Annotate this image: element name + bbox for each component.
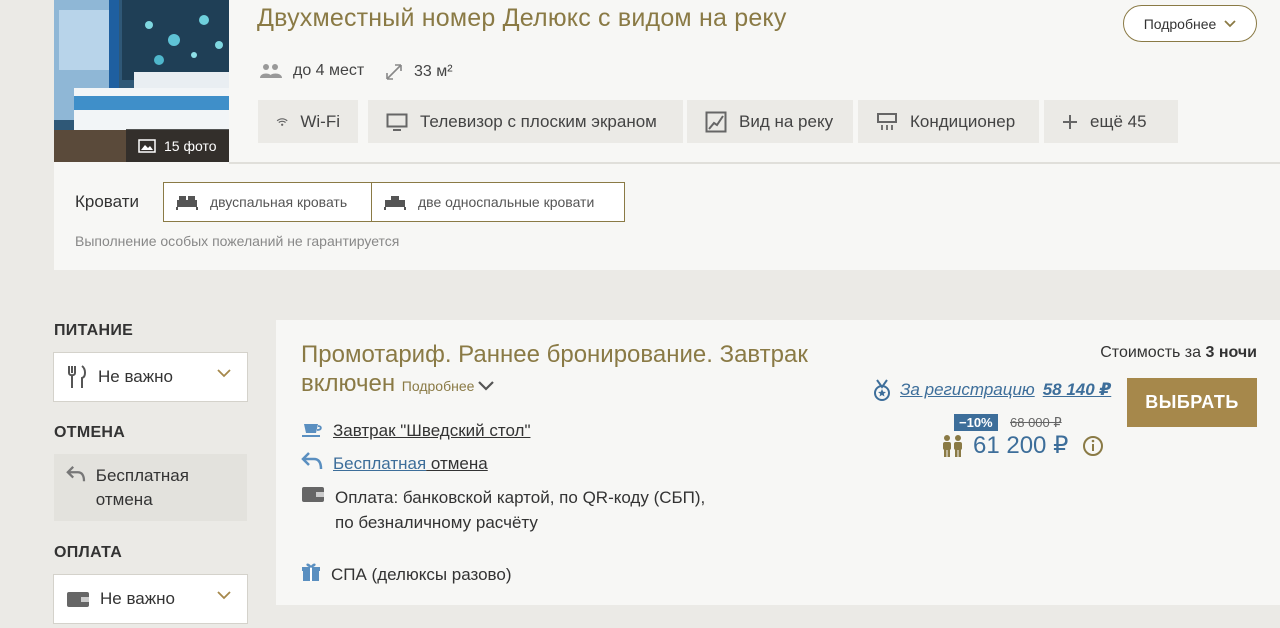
price-header: Стоимость за 3 ночи (1100, 344, 1257, 362)
amenity-river-view: Вид на реку (687, 100, 853, 143)
rate-details-link[interactable]: Подробнее (402, 378, 495, 394)
breakfast-link[interactable]: Завтрак "Шведский стол" (333, 418, 530, 443)
old-price: 68 000 ₽ (1010, 415, 1062, 430)
price-header-nights: 3 ночи (1205, 344, 1257, 361)
choose-button[interactable]: ВЫБРАТЬ (1127, 378, 1257, 427)
photo-count-badge[interactable]: 15 фото (126, 129, 229, 162)
single-bed-icon (384, 196, 406, 210)
filter-payment-select[interactable]: Не важно (53, 574, 248, 624)
amenity-more-button[interactable]: ещё 45 (1044, 100, 1178, 143)
filter-cancel-value: Бесплатная отмена (95, 466, 189, 509)
area-info: 33 м² (384, 62, 453, 82)
current-price-value: 61 200 ₽ (973, 432, 1069, 459)
beds-label: Кровати (75, 192, 140, 211)
room-details-label: Подробнее (1143, 15, 1217, 32)
payment-line-2: по безналичному расчёту (335, 513, 538, 532)
chevron-down-icon (217, 369, 231, 378)
filter-food-value: Не важно (98, 367, 173, 386)
info-icon[interactable] (1082, 435, 1104, 457)
guests-icon (260, 64, 282, 78)
current-price: 61 200 ₽ (941, 431, 1104, 460)
amenity-label: Кондиционер (910, 111, 1016, 131)
amenity-label: Вид на реку (739, 111, 834, 131)
bed-option-twin[interactable]: две односпальные кровати (371, 182, 625, 222)
tv-icon (386, 113, 408, 131)
plus-icon (1063, 114, 1077, 129)
image-icon (138, 138, 156, 153)
bed-option-label: двуспальная кровать (210, 194, 348, 210)
divider (229, 162, 1280, 164)
cancellation-text: Бесплатная отмена (333, 451, 488, 476)
area-expand-icon (386, 64, 402, 80)
special-requests-note: Выполнение особых пожеланий не гарантиру… (75, 233, 400, 249)
room-photo[interactable]: 15 фото (54, 0, 229, 162)
discount-badge: −10% (954, 414, 998, 431)
chevron-down-icon (478, 381, 495, 391)
fork-knife-icon (68, 365, 86, 388)
rate-card: Промотариф. Раннее бронирование. Завтрак… (276, 320, 1280, 605)
payment-text: Оплата: банковской картой, по QR-коду (С… (335, 485, 705, 535)
amenity-ac: Кондиционер (858, 100, 1039, 143)
chevron-down-icon (217, 591, 231, 600)
registration-label: За регистрацию (900, 380, 1035, 399)
amenity-wifi: Wi-Fi (258, 100, 358, 143)
bed-option-double[interactable]: двуспальная кровать (163, 182, 372, 222)
spa-text: СПА (делюксы разово) (331, 565, 512, 584)
room-card: 15 фото Двухместный номер Делюкс с видом… (54, 0, 1280, 270)
amenity-label: Wi-Fi (300, 111, 340, 131)
bed-option-label: две односпальные кровати (418, 194, 595, 210)
room-details-button[interactable]: Подробнее (1123, 5, 1257, 42)
feature-payment: Оплата: банковской картой, по QR-коду (С… (301, 485, 705, 535)
feature-cancellation: Бесплатная отмена (301, 451, 488, 476)
double-bed-icon (176, 196, 198, 210)
guests-text: до 4 мест (293, 62, 365, 79)
registration-price[interactable]: За регистрацию 58 140 ₽ (872, 379, 1111, 401)
price-header-prefix: Стоимость за (1100, 344, 1206, 361)
room-title[interactable]: Двухместный номер Делюкс с видом на реку (257, 4, 787, 33)
payment-line-1: Оплата: банковской картой, по QR-коду (С… (335, 488, 706, 507)
rate-title-text: Промотариф. Раннее бронирование. Завтрак… (301, 341, 808, 397)
gift-icon (302, 563, 320, 581)
two-persons-icon (943, 434, 962, 457)
filter-food-heading: ПИТАНИЕ (54, 322, 134, 339)
wallet-icon (67, 592, 89, 607)
undo-arrow-icon (301, 452, 323, 470)
amenity-label: Телевизор с плоским экраном (420, 111, 657, 131)
amenity-tv: Телевизор с плоским экраном (368, 100, 683, 143)
filter-payment-value: Не важно (100, 589, 175, 608)
cancellation-rest[interactable]: отмена (426, 454, 488, 473)
medal-icon (874, 379, 890, 401)
cancellation-link[interactable]: Бесплатная (333, 454, 426, 473)
air-conditioner-icon (877, 112, 897, 130)
wallet-icon (302, 487, 324, 502)
area-text: 33 м² (414, 63, 453, 80)
guests-info: до 4 мест (259, 62, 364, 80)
wifi-icon (276, 117, 288, 126)
filter-food-select[interactable]: Не важно (53, 352, 248, 402)
chevron-down-icon (1224, 19, 1236, 27)
filter-payment-heading: ОПЛАТА (54, 544, 123, 561)
amenity-more-label: ещё 45 (1090, 111, 1147, 131)
feature-breakfast: Завтрак "Шведский стол" (301, 418, 530, 443)
view-icon (705, 111, 727, 132)
rate-title: Промотариф. Раннее бронирование. Завтрак… (301, 340, 881, 401)
photo-count: 15 фото (164, 137, 217, 154)
rate-details-label: Подробнее (401, 378, 475, 394)
registration-amount: 58 140 ₽ (1042, 380, 1112, 399)
feature-spa: СПА (делюксы разово) (301, 562, 512, 587)
coffee-cup-icon (302, 424, 322, 437)
left-edge (0, 0, 16, 628)
filter-cancel-option[interactable]: Бесплатная отмена (54, 454, 247, 521)
undo-arrow-icon (66, 466, 86, 482)
filter-cancel-heading: ОТМЕНА (54, 424, 126, 441)
